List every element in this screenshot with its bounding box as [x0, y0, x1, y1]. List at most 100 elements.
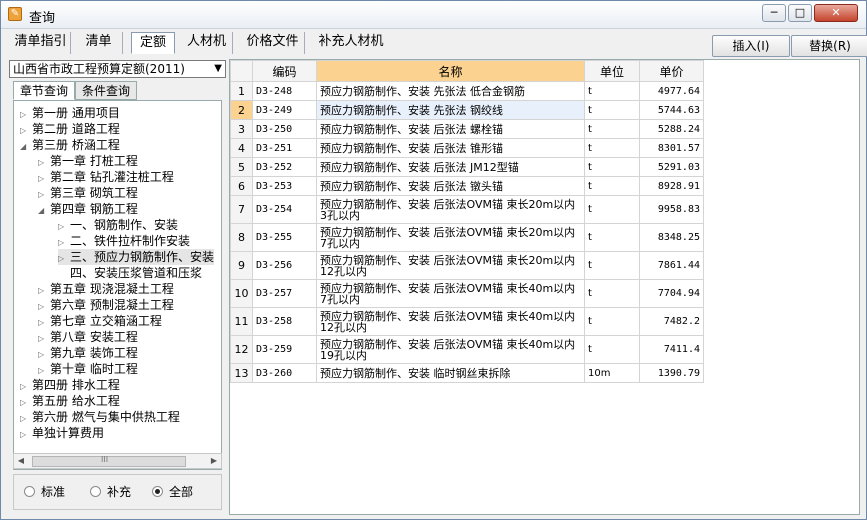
cell-code[interactable]: D3-256: [252, 251, 317, 280]
tree-node[interactable]: ▷ 第二章 钻孔灌注桩工程: [38, 169, 174, 185]
cell-name[interactable]: 预应力钢筋制作、安装 后张法OVM锚 束长20m以内 12孔以内: [316, 251, 585, 280]
minimize-button[interactable]: ─: [762, 4, 786, 22]
cell-name[interactable]: 预应力钢筋制作、安装 后张法 镦头锚: [316, 176, 585, 196]
cell-code[interactable]: D3-250: [252, 119, 317, 139]
cell-name[interactable]: 预应力钢筋制作、安装 后张法OVM锚 束长20m以内 3孔以内: [316, 195, 585, 224]
row-index[interactable]: 10: [230, 279, 253, 308]
row-index[interactable]: 11: [230, 307, 253, 336]
cell-price[interactable]: 5288.24: [639, 119, 704, 139]
row-index[interactable]: 13: [230, 363, 253, 383]
chevron-down-icon[interactable]: ▼: [214, 61, 222, 77]
cell-unit[interactable]: t: [584, 251, 640, 280]
tree-node[interactable]: ◢ 第四章 钢筋工程: [38, 201, 138, 217]
scroll-thumb[interactable]: III: [32, 455, 186, 467]
radio-circle-icon[interactable]: [24, 486, 35, 497]
tree-node[interactable]: ▷ 第一章 打桩工程: [38, 153, 138, 169]
row-index[interactable]: 12: [230, 335, 253, 364]
tree-node[interactable]: ▷ 一、钢筋制作、安装: [58, 217, 178, 233]
scroll-right-icon[interactable]: ▶: [207, 454, 221, 468]
tab-rencaiji[interactable]: 人材机: [181, 32, 233, 54]
row-index[interactable]: 7: [230, 195, 253, 224]
tab-condition-query[interactable]: 条件查询: [75, 81, 137, 100]
cell-code[interactable]: D3-260: [252, 363, 317, 383]
cell-name[interactable]: 预应力钢筋制作、安装 后张法 锥形锚: [316, 138, 585, 158]
tab-qingdan[interactable]: 清单: [75, 32, 123, 54]
table-row[interactable]: 11 D3-258 预应力钢筋制作、安装 后张法OVM锚 束长40m以内 12孔以内…: [230, 307, 704, 336]
cell-unit[interactable]: t: [584, 335, 640, 364]
cell-unit[interactable]: t: [584, 138, 640, 158]
cell-unit[interactable]: t: [584, 223, 640, 252]
radio-standard[interactable]: 标准: [24, 485, 65, 499]
cell-name[interactable]: 预应力钢筋制作、安装 先张法 钢绞线: [316, 100, 585, 120]
cell-code[interactable]: D3-254: [252, 195, 317, 224]
tree-node[interactable]: ▷ 第四册 排水工程: [20, 377, 120, 393]
cell-code[interactable]: D3-252: [252, 157, 317, 177]
cell-code[interactable]: D3-253: [252, 176, 317, 196]
cell-code[interactable]: D3-249: [252, 100, 317, 120]
table-row[interactable]: 3 D3-250 预应力钢筋制作、安装 后张法 螺栓锚 t 5288.24: [230, 119, 704, 139]
tab-chapter-query[interactable]: 章节查询: [13, 81, 75, 100]
row-index[interactable]: 2: [230, 100, 253, 120]
cell-name[interactable]: 预应力钢筋制作、安装 后张法OVM锚 束长40m以内 12孔以内: [316, 307, 585, 336]
cell-code[interactable]: D3-255: [252, 223, 317, 252]
cell-price[interactable]: 7861.44: [639, 251, 704, 280]
collapse-icon[interactable]: ◢: [20, 139, 32, 155]
tree-node[interactable]: ▷ 第八章 安装工程: [38, 329, 138, 345]
cell-unit[interactable]: t: [584, 176, 640, 196]
expand-icon[interactable]: ▷: [20, 427, 32, 443]
tree-node[interactable]: ▷ 第五册 给水工程: [20, 393, 120, 409]
col-header-name[interactable]: 名称: [316, 60, 585, 82]
row-index[interactable]: 4: [230, 138, 253, 158]
cell-unit[interactable]: t: [584, 100, 640, 120]
cell-price[interactable]: 8928.91: [639, 176, 704, 196]
tab-dinge[interactable]: 定额: [131, 32, 175, 54]
tab-qingdan-zhiyin[interactable]: 清单指引: [11, 32, 71, 54]
cell-name[interactable]: 预应力钢筋制作、安装 后张法OVM锚 束长20m以内 7孔以内: [316, 223, 585, 252]
quota-select[interactable]: 山西省市政工程预算定额(2011) ▼: [9, 60, 226, 78]
radio-checked-icon[interactable]: [152, 486, 163, 497]
table-row[interactable]: 8 D3-255 预应力钢筋制作、安装 后张法OVM锚 束长20m以内 7孔以内 t 8…: [230, 223, 704, 252]
table-row[interactable]: 12 D3-259 预应力钢筋制作、安装 后张法OVM锚 束长40m以内 19孔以内…: [230, 335, 704, 364]
tab-supplement-rencaiji[interactable]: 补充人材机: [311, 32, 391, 54]
table-row[interactable]: 4 D3-251 预应力钢筋制作、安装 后张法 锥形锚 t 8301.57: [230, 138, 704, 158]
cell-unit[interactable]: t: [584, 195, 640, 224]
cell-unit[interactable]: t: [584, 81, 640, 101]
table-row[interactable]: 2 D3-249 预应力钢筋制作、安装 先张法 钢绞线 t 5744.63: [230, 100, 704, 120]
cell-code[interactable]: D3-251: [252, 138, 317, 158]
tree-node-selected[interactable]: ▷ 三、预应力钢筋制作、安装: [58, 249, 215, 265]
cell-name[interactable]: 预应力钢筋制作、安装 后张法OVM锚 束长40m以内 7孔以内: [316, 279, 585, 308]
col-header-price[interactable]: 单价: [639, 60, 704, 82]
cell-unit[interactable]: 10m: [584, 363, 640, 383]
col-header-unit[interactable]: 单位: [584, 60, 640, 82]
tree-node[interactable]: ▷ 二、铁件拉杆制作安装: [58, 233, 190, 249]
close-button[interactable]: ✕: [814, 4, 858, 22]
cell-code[interactable]: D3-258: [252, 307, 317, 336]
tree-node[interactable]: ▷ 第六章 预制混凝土工程: [38, 297, 174, 313]
cell-unit[interactable]: t: [584, 307, 640, 336]
cell-price[interactable]: 8348.25: [639, 223, 704, 252]
row-index[interactable]: 3: [230, 119, 253, 139]
table-row[interactable]: 6 D3-253 预应力钢筋制作、安装 后张法 镦头锚 t 8928.91: [230, 176, 704, 196]
tree-node[interactable]: ▷ 第五章 现浇混凝土工程: [38, 281, 174, 297]
cell-code[interactable]: D3-259: [252, 335, 317, 364]
cell-price[interactable]: 7411.4: [639, 335, 704, 364]
cell-price[interactable]: 5291.03: [639, 157, 704, 177]
cell-unit[interactable]: t: [584, 119, 640, 139]
tree-node[interactable]: ▷ 第九章 装饰工程: [38, 345, 138, 361]
tree-node[interactable]: ▷ 单独计算费用: [20, 425, 104, 441]
tab-price-file[interactable]: 价格文件: [241, 32, 305, 54]
col-header-code[interactable]: 编码: [252, 60, 317, 82]
row-index[interactable]: 9: [230, 251, 253, 280]
insert-button[interactable]: 插入(I): [712, 35, 790, 57]
tree-node[interactable]: ▷ 第六册 燃气与集中供热工程: [20, 409, 180, 425]
cell-price[interactable]: 7482.2: [639, 307, 704, 336]
tree-node[interactable]: 四、安装压浆管道和压浆: [70, 265, 202, 281]
row-index[interactable]: 5: [230, 157, 253, 177]
replace-button[interactable]: 替换(R): [791, 35, 867, 57]
row-index[interactable]: 1: [230, 81, 253, 101]
tree-node[interactable]: ▷ 第二册 道路工程: [20, 121, 120, 137]
maximize-button[interactable]: □: [788, 4, 812, 22]
tree-node[interactable]: ◢ 第三册 桥涵工程: [20, 137, 120, 153]
tree-horizontal-scrollbar[interactable]: ◀ III ▶: [13, 453, 222, 469]
row-index[interactable]: 8: [230, 223, 253, 252]
